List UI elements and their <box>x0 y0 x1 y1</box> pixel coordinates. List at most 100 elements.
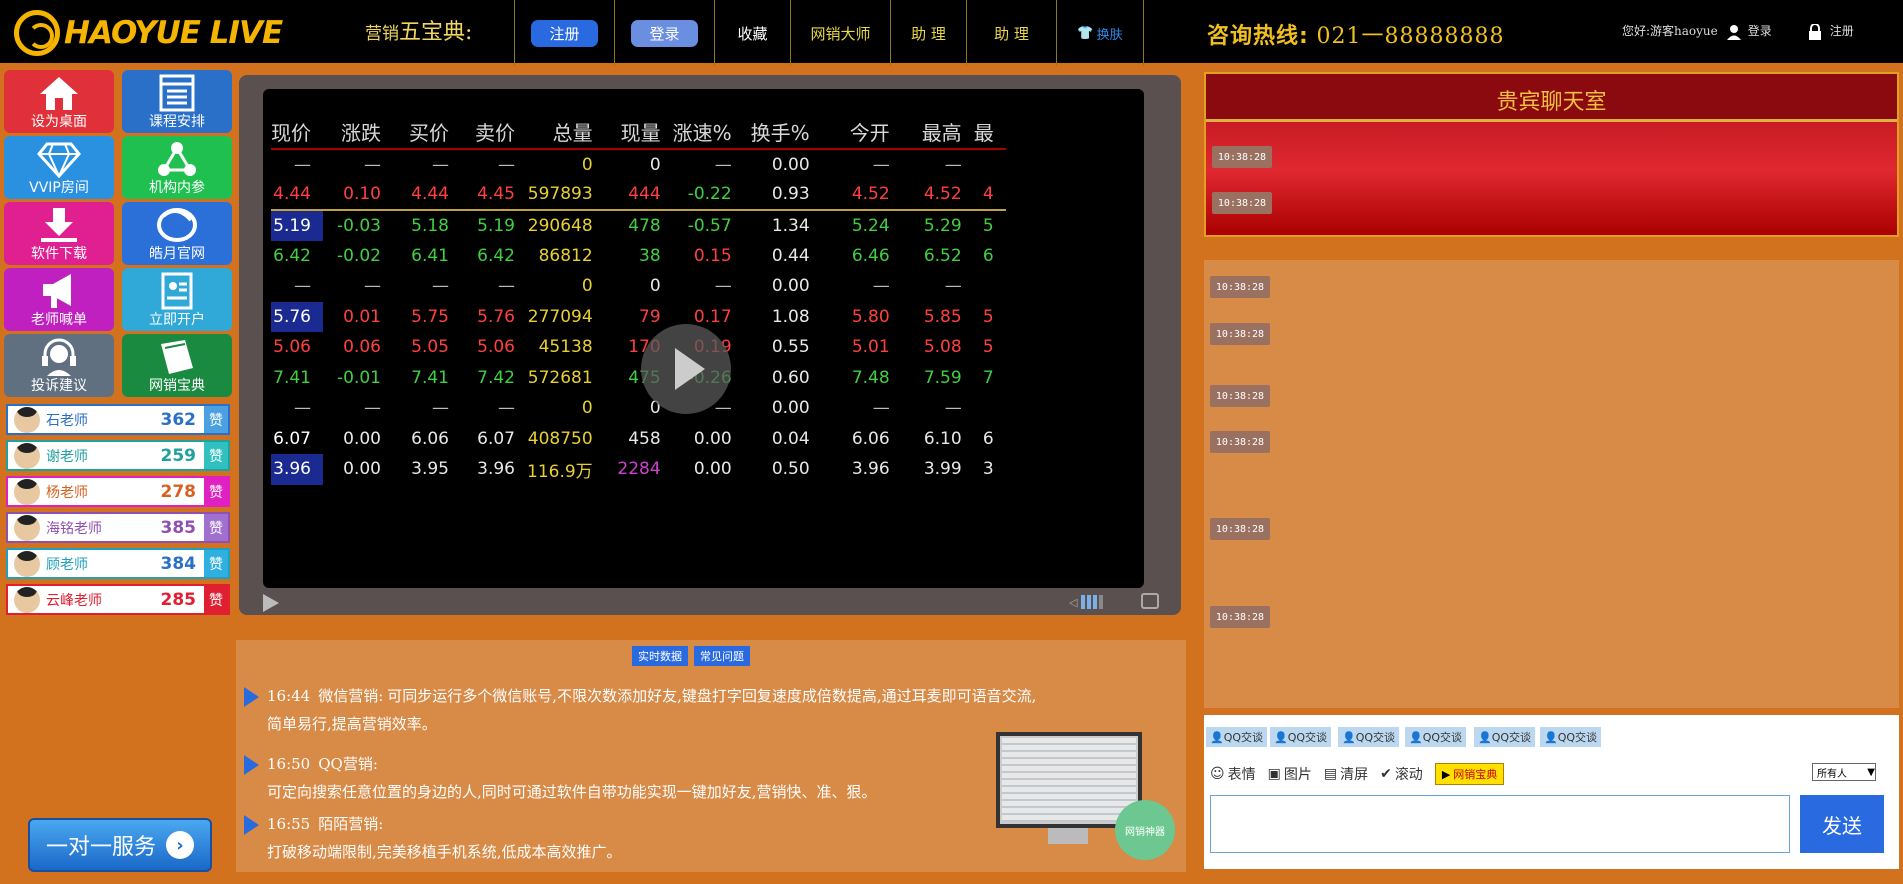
emoji-button[interactable]: ☺ 表情 <box>1210 764 1256 784</box>
teacher-row[interactable]: 杨老师 278 赞 <box>6 476 230 507</box>
like-button[interactable]: 赞 <box>204 478 228 505</box>
stock-quote-table: 现价 涨跌 买价 卖价 总量 现量 涨速% 换手% 今开 最高最 — — — — 0 0 — 0.00 — — 4.4… <box>271 115 1006 485</box>
teacher-row[interactable]: 顾老师 384 赞 <box>6 548 230 579</box>
guidebook-button[interactable]: ▶ 网销宝典 <box>1434 763 1505 785</box>
nav-assistant-1[interactable]: 助 理 <box>890 0 966 66</box>
teacher-row[interactable]: 海铭老师 385 赞 <box>6 512 230 543</box>
quote-row[interactable]: 5.76 0.01 5.75 5.76 277094 79 0.17 1.08 5.80 5.85… <box>271 301 1006 332</box>
video-screen[interactable]: 现价 涨跌 买价 卖价 总量 现量 涨速% 换手% 今开 最高最 — — — — 0 0 — 0.00 — — 4.4… <box>263 89 1144 588</box>
teacher-row[interactable]: 石老师 362 赞 <box>6 404 230 435</box>
clear-button[interactable]: ▤ 清屏 <box>1324 764 1368 784</box>
tile-schedule[interactable]: 课程安排 <box>122 70 232 133</box>
volume-control[interactable]: ◁ <box>1069 595 1109 609</box>
send-button[interactable]: 发送 <box>1800 795 1884 853</box>
quote-row[interactable]: 3.96 0.00 3.95 3.96 116.9万 2284 0.00 0.50 3.96 3.… <box>271 454 1006 485</box>
column-header[interactable]: 现量 <box>604 115 673 150</box>
quote-cell: 0.00 <box>343 428 381 449</box>
like-button[interactable]: 赞 <box>204 550 228 577</box>
quote-row[interactable]: 6.42 -0.02 6.41 6.42 86812 38 0.15 0.44 6.46 6.52… <box>271 241 1006 272</box>
news-item[interactable]: 16:50 QQ营销: 可定向搜索任意位置的身边的人,同时可通过软件自带功能实现一… <box>244 750 877 806</box>
quote-row[interactable]: 5.19 -0.03 5.18 5.19 290648 478 -0.57 1.34 5.24 5… <box>271 210 1006 241</box>
qq-chat-button[interactable]: 👤 QQ交谈 <box>1206 727 1268 747</box>
play-button[interactable] <box>263 594 279 612</box>
teacher-list: 石老师 362 赞 谢老师 259 赞 杨老师 278 赞 海铭老师 385 赞 顾老师 384 赞… <box>6 404 230 620</box>
quote-cell: 6.46 <box>851 245 890 266</box>
quote-row[interactable]: 7.41-0.017.417.42572681475-0.260.607.487… <box>271 363 1006 394</box>
tile-teacher-call[interactable]: 老师喊单 <box>4 268 114 331</box>
qq-chat-button[interactable]: 👤 QQ交谈 <box>1474 727 1536 747</box>
like-button[interactable]: 赞 <box>204 586 228 613</box>
like-button[interactable]: 赞 <box>204 406 228 433</box>
quote-row[interactable]: — — — —0 0—0.00— — <box>271 149 1006 180</box>
recipient-select[interactable]: 所有人 ▼ <box>1812 763 1876 781</box>
fullscreen-button[interactable] <box>1141 593 1159 609</box>
news-item[interactable]: 16:55 陌陌营销: 打破移动端限制,完美移植手机系统,低成本高效推广。 <box>244 810 622 866</box>
user-login-link[interactable]: 登录 <box>1748 22 1772 39</box>
tab-realtime-data[interactable]: 实时数据 <box>632 646 688 666</box>
user-register-link[interactable]: 注册 <box>1830 22 1854 39</box>
nav-master[interactable]: 网销大师 <box>790 0 890 66</box>
qq-chat-button[interactable]: 👤 QQ交谈 <box>1540 727 1602 747</box>
quote-row[interactable]: — — — —0 0—0.00— — <box>271 271 1006 302</box>
quote-cell: 6.42 <box>273 245 311 266</box>
column-header[interactable]: 买价 <box>393 115 461 150</box>
qq-chat-button[interactable]: 👤 QQ交谈 <box>1338 727 1400 747</box>
column-header[interactable]: 总量 <box>527 115 605 150</box>
play-overlay-icon[interactable] <box>641 324 731 414</box>
quote-row[interactable]: — — — —0 0—0.00— — <box>271 393 1006 424</box>
quote-cell: 6.07 <box>477 428 515 449</box>
tile-set-desktop[interactable]: 设为桌面 <box>4 70 114 133</box>
tab-faq[interactable]: 常见问题 <box>694 646 750 666</box>
image-icon: ▣ <box>1267 766 1281 782</box>
tile-guidebook[interactable]: 网销宝典 <box>122 334 232 397</box>
teacher-row[interactable]: 谢老师 259 赞 <box>6 440 230 471</box>
tool-badge[interactable]: 网销神器 <box>1115 800 1175 860</box>
image-button[interactable]: ▣ 图片 <box>1268 764 1312 784</box>
news-item[interactable]: 16:44 微信营销: 可同步运行多个微信账号,不限次数添加好友,键盘打字回复速度成… <box>244 682 1036 738</box>
news-tabs: 实时数据 常见问题 <box>632 646 750 666</box>
column-header[interactable]: 现价 <box>271 115 323 150</box>
triangle-bullet-icon <box>244 755 259 775</box>
nav-favorite[interactable]: 收藏 <box>714 0 790 66</box>
quote-cell: 3.96 <box>271 454 323 485</box>
column-header[interactable]: 涨跌 <box>323 115 393 150</box>
quote-row[interactable]: 4.44 0.10 4.44 4.45 597893 444 -0.22 0.93 4.52 4.… <box>271 179 1006 211</box>
quote-row[interactable]: 5.060.065.055.06451381700.190.555.015.08… <box>271 332 1006 363</box>
quote-cell: 6.06 <box>851 428 890 449</box>
teacher-row[interactable]: 云峰老师 285 赞 <box>6 584 230 615</box>
qq-chat-button[interactable]: 👤 QQ交谈 <box>1405 727 1467 747</box>
quote-row[interactable]: 6.07 0.00 6.06 6.07 408750 458 0.00 0.04 6.06 6.1… <box>271 424 1006 455</box>
tile-download[interactable]: 软件下载 <box>4 202 114 265</box>
site-logo[interactable]: HAOYUE LIVE <box>14 10 283 56</box>
nav-skin[interactable]: 👕 换肤 <box>1056 0 1144 66</box>
tile-official-site[interactable]: 皓月官网 <box>122 202 232 265</box>
login-button[interactable]: 登录 <box>631 19 698 47</box>
like-button[interactable]: 赞 <box>204 442 228 469</box>
hotline: 咨询热线: 021一88888888 <box>1207 24 1505 49</box>
column-header[interactable]: 最 <box>973 115 1006 150</box>
quote-cell: 0.00 <box>693 459 732 480</box>
flag-icon: ▶ <box>1441 767 1451 781</box>
quote-cell: 7.41 <box>411 367 449 388</box>
column-header[interactable]: 卖价 <box>461 115 527 150</box>
one-on-one-service-button[interactable]: 一对一服务 › <box>28 818 212 872</box>
tile-open-account[interactable]: 立即开户 <box>122 268 232 331</box>
qq-chat-button[interactable]: 👤 QQ交谈 <box>1270 727 1332 747</box>
tile-vvip[interactable]: VVIP房间 <box>4 136 114 199</box>
like-button[interactable]: 赞 <box>204 514 228 541</box>
quote-cell: 5.01 <box>851 337 890 358</box>
column-header[interactable]: 今开 <box>821 115 902 150</box>
column-header[interactable]: 换手% <box>743 115 822 150</box>
column-header[interactable]: 涨速% <box>672 115 744 150</box>
register-button[interactable]: 注册 <box>531 19 598 47</box>
video-player: 现价 涨跌 买价 卖价 总量 现量 涨速% 换手% 今开 最高最 — — — — 0 0 — 0.00 — — 4.4… <box>239 75 1181 615</box>
quote-cell: 86812 <box>538 245 593 266</box>
chat-messages[interactable]: 10:38:28 10:38:28 10:38:28 10:38:28 10:3… <box>1204 260 1899 708</box>
message-textarea[interactable] <box>1210 795 1790 853</box>
column-header[interactable]: 最高 <box>901 115 974 150</box>
tile-insider[interactable]: 机构内参 <box>122 136 232 199</box>
scroll-toggle[interactable]: ✔ 滚动 <box>1380 764 1423 784</box>
quote-cell: 5.06 <box>477 337 515 358</box>
nav-assistant-2[interactable]: 助 理 <box>966 0 1056 66</box>
tile-feedback[interactable]: 投诉建议 <box>4 334 114 397</box>
